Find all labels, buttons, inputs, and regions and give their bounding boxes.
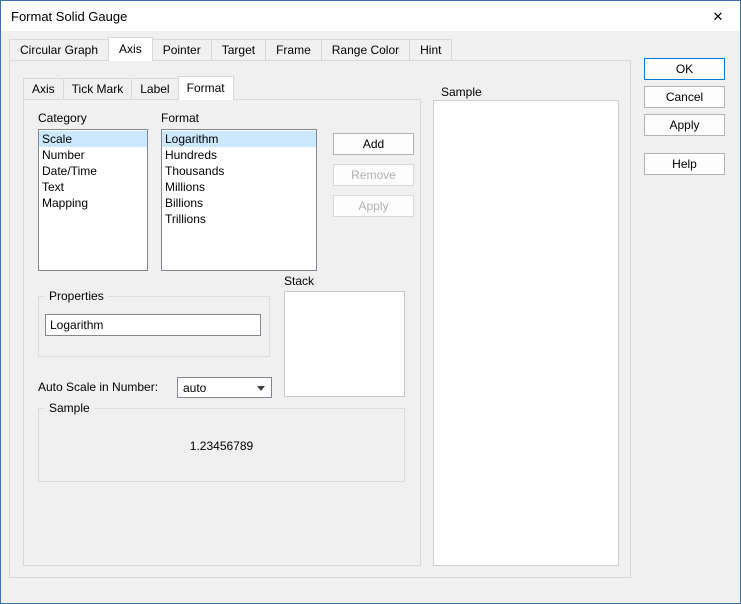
apply-list-button[interactable]: Apply xyxy=(333,195,414,217)
category-listbox[interactable]: ScaleNumberDate/TimeTextMapping xyxy=(38,129,148,271)
tab-range-color[interactable]: Range Color xyxy=(321,39,410,60)
tab-frame[interactable]: Frame xyxy=(265,39,322,60)
format-item-thousands[interactable]: Thousands xyxy=(162,163,316,179)
stack-label: Stack xyxy=(284,274,314,289)
right-sample-label: Sample xyxy=(441,85,482,100)
inner-tab-strip: AxisTick MarkLabelFormat xyxy=(23,75,233,99)
tab-hint[interactable]: Hint xyxy=(409,39,452,60)
category-item-number[interactable]: Number xyxy=(39,147,147,163)
list-action-buttons: Add Remove Apply xyxy=(333,133,414,217)
properties-group-label: Properties xyxy=(45,289,108,304)
category-item-mapping[interactable]: Mapping xyxy=(39,195,147,211)
chevron-down-icon xyxy=(257,386,265,391)
format-subtab-pane: Category Format ScaleNumberDate/TimeText… xyxy=(23,99,421,566)
category-item-date-time[interactable]: Date/Time xyxy=(39,163,147,179)
titlebar: Format Solid Gauge ✕ xyxy=(1,1,740,31)
category-item-text[interactable]: Text xyxy=(39,179,147,195)
window-title: Format Solid Gauge xyxy=(11,9,127,24)
tab-target[interactable]: Target xyxy=(211,39,266,60)
auto-scale-label: Auto Scale in Number: xyxy=(38,380,158,395)
auto-scale-dropdown[interactable]: auto xyxy=(177,377,272,398)
format-label: Format xyxy=(161,111,199,126)
tab-pointer[interactable]: Pointer xyxy=(152,39,212,60)
properties-group: Properties xyxy=(38,296,270,357)
sample-group: Sample 1.23456789 xyxy=(38,408,405,482)
stack-listbox[interactable] xyxy=(284,291,405,397)
format-item-millions[interactable]: Millions xyxy=(162,179,316,195)
tab-axis[interactable]: Axis xyxy=(108,37,153,61)
auto-scale-value: auto xyxy=(183,380,206,396)
format-listbox[interactable]: LogarithmHundredsThousandsMillionsBillio… xyxy=(161,129,317,271)
subtab-label[interactable]: Label xyxy=(131,78,178,99)
format-item-trillions[interactable]: Trillions xyxy=(162,211,316,227)
help-button[interactable]: Help xyxy=(644,153,725,175)
category-item-scale[interactable]: Scale xyxy=(39,131,147,147)
sample-preview-area xyxy=(433,100,619,566)
tab-circular-graph[interactable]: Circular Graph xyxy=(9,39,109,60)
remove-button[interactable]: Remove xyxy=(333,164,414,186)
cancel-button[interactable]: Cancel xyxy=(644,86,725,108)
sample-value: 1.23456789 xyxy=(39,439,404,453)
top-tab-strip: Circular GraphAxisPointerTargetFrameRang… xyxy=(9,36,451,60)
format-item-logarithm[interactable]: Logarithm xyxy=(162,131,316,147)
properties-input[interactable] xyxy=(45,314,261,336)
format-item-billions[interactable]: Billions xyxy=(162,195,316,211)
subtab-axis[interactable]: Axis xyxy=(23,78,64,99)
subtab-format[interactable]: Format xyxy=(178,76,234,100)
category-label: Category xyxy=(38,111,87,126)
subtab-tick-mark[interactable]: Tick Mark xyxy=(63,78,133,99)
sample-group-label: Sample xyxy=(45,401,94,416)
ok-button[interactable]: OK xyxy=(644,58,725,80)
apply-button[interactable]: Apply xyxy=(644,114,725,136)
add-button[interactable]: Add xyxy=(333,133,414,155)
format-item-hundreds[interactable]: Hundreds xyxy=(162,147,316,163)
close-icon[interactable]: ✕ xyxy=(708,7,728,27)
format-solid-gauge-dialog: Format Solid Gauge ✕ Circular GraphAxisP… xyxy=(0,0,741,604)
